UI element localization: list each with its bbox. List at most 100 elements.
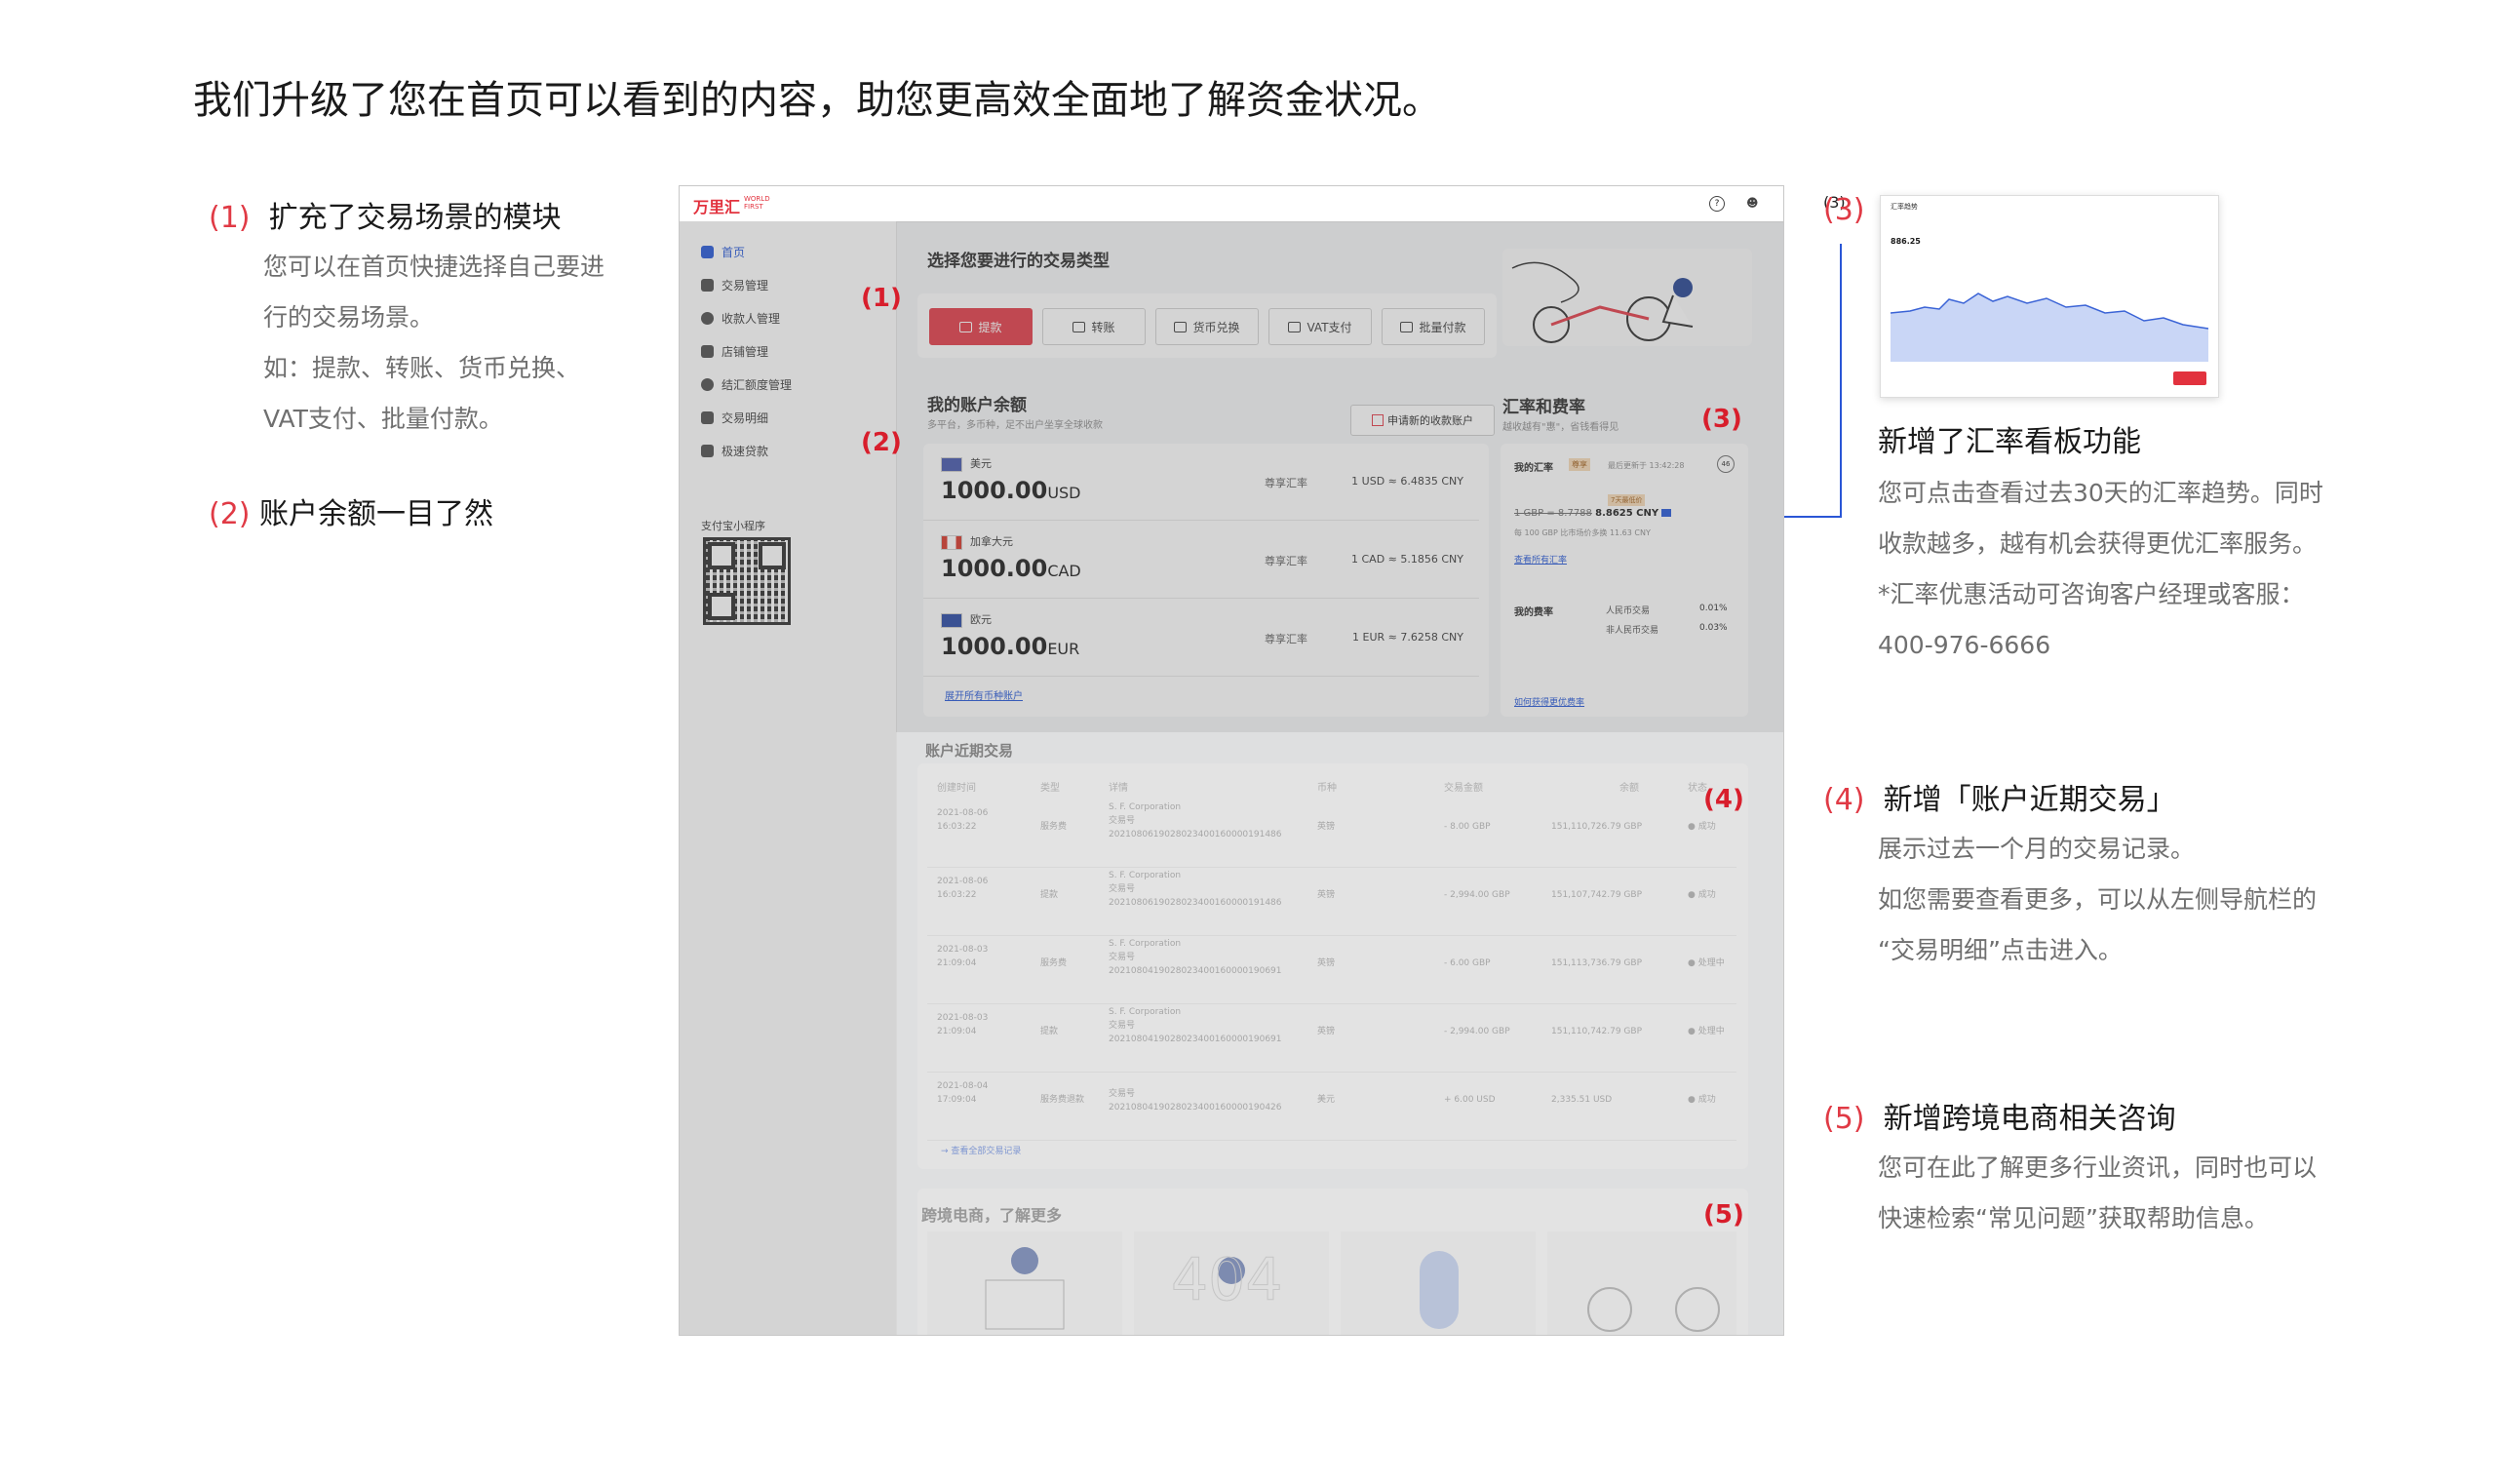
cell-amount: - 8.00 GBP [1444,822,1491,832]
balance-row-eur[interactable]: 欧元 1000.00EUR 尊享汇率 1 EUR ≈ 7.6258 CNY [923,600,1479,677]
logo[interactable]: 万里汇 [693,194,740,217]
logo-en: WORLD FIRST [744,195,770,211]
fx-popup-title: 汇率趋势 [1891,203,1918,211]
nav-label: 交易明细 [722,410,769,425]
cell-type: 提款 [1040,890,1059,900]
nav-label: 店铺管理 [722,344,769,359]
help-icon[interactable]: ? [1709,196,1725,212]
nav-details[interactable]: 交易明细 [701,405,768,430]
batch-pay-button[interactable]: 批量付款 [1382,308,1485,345]
table-row[interactable]: 2021-08-03 21:09:04 提款 S. F. Corporation 交易… [927,1003,1736,1073]
table-row[interactable]: 2021-08-06 16:03:22 提款 S. F. Corporation 交易… [927,867,1736,936]
transfer-button[interactable]: 转账 [1042,308,1146,345]
table-row[interactable]: 2021-08-03 21:09:04 服务费 S. F. Corporation 交… [927,935,1736,1004]
nav-label: 交易管理 [722,278,769,293]
fx-subtitle: 越收越有"惠"，省钱看得见 [1502,422,1619,433]
currency-code: CAD [1047,562,1081,580]
nav-label: 极速贷款 [722,444,769,458]
cell-status: ● 成功 [1688,822,1716,832]
cell-cur: 英镑 [1317,890,1336,900]
expand-accounts-link[interactable]: 展开所有币种账户 [945,687,1023,702]
note-line: 展示过去一个月的交易记录。 [1878,835,2196,863]
column-header: 详情 [1109,783,1128,794]
fee-value: 0.03% [1699,623,1728,633]
table-row[interactable]: 2021-08-06 16:03:22 服务费 S. F. Corporation 交… [927,799,1736,868]
fx-exchange-button[interactable]: 货币兑换 [1155,308,1259,345]
cell-party: S. F. Corporation [1109,1007,1182,1017]
balance-row-cad[interactable]: 加拿大元 1000.00CAD 尊享汇率 1 CAD ≈ 5.1856 CNY [923,522,1479,599]
user-icon[interactable]: ☻ [1746,196,1760,210]
cell-status: ● 处理中 [1688,958,1725,968]
cell-time: 2021-08-06 16:03:22 [937,808,989,832]
currency-code: USD [1047,484,1081,502]
cell-type: 服务费 [1040,822,1068,832]
my-fee-label: 我的费率 [1514,607,1553,618]
fee-label: 非人民币交易 [1606,626,1659,636]
cell-amount: - 2,994.00 GBP [1444,1027,1510,1036]
rate-value: 1 CAD ≈ 5.1856 CNY [1351,553,1463,566]
balance-amount: 1000.00USD [941,477,1081,504]
cyclist-illustration [1511,261,1694,343]
fx-popup-button[interactable] [2173,371,2206,385]
note-2: (2) 账户余额一目了然 [209,489,493,532]
svg-text:404: 404 [1171,1246,1283,1314]
marker-5: (5) [1703,1200,1744,1230]
cell-party: S. F. Corporation [1109,871,1182,880]
tx-type-title: 选择您要进行的交易类型 [927,252,1110,271]
marker-3: (3) [1701,405,1742,434]
cell-balance: 151,110,742.79 GBP [1551,1027,1643,1036]
currency-code: EUR [1047,640,1080,658]
balance-subtitle: 多平台，多币种，足不出户坐享全球收款 [927,420,1103,431]
fx-trend-chart [1891,293,2208,362]
nav-home[interactable]: 首页 [701,239,745,264]
currency-name: 美元 [970,457,992,470]
balance-title: 我的账户余额 [927,396,1027,415]
cell-party: S. F. Corporation [1109,802,1182,812]
old-rate: 1 GBP = 8.7788 [1514,508,1592,519]
apply-account-button[interactable]: 申请新的收款账户 [1350,405,1495,436]
exchange-icon [1174,321,1188,332]
saving-note: 每 100 GBP 比市场价多换 11.63 CNY [1514,528,1651,537]
news-illustrations: 404 [927,1231,1736,1335]
chart-icon[interactable] [1661,509,1672,517]
nav-payees[interactable]: 收款人管理 [701,305,780,331]
note-5: (5) 新增跨境电商相关咨询 您可在此了解更多行业资讯，同时也可以 快速检索“常… [1823,1094,2317,1244]
cell-detail: 交易号 2021080619028023400160000191486 [1109,816,1282,840]
qr-code [703,537,791,625]
cell-balance: 151,113,736.79 GBP [1551,958,1643,968]
vat-pay-button[interactable]: VAT支付 [1268,308,1372,345]
cell-time: 2021-08-04 17:09:04 [937,1081,989,1105]
marker-4: (4) [1703,785,1744,814]
cell-status: ● 处理中 [1688,1027,1725,1036]
cell-type: 提款 [1040,1027,1059,1036]
nav-loan[interactable]: 极速贷款 [701,438,768,463]
nav-stores[interactable]: 店铺管理 [701,338,768,364]
column-header: 交易金额 [1444,783,1483,794]
view-all-link[interactable]: → 查看全部交易记录 [941,1144,1021,1156]
note-title: 扩充了交易场景的模块 [268,201,562,235]
note-number: (4) [1823,783,1865,817]
details-icon [701,410,714,424]
better-fee-link[interactable]: 如何获得更优费率 [1514,695,1584,708]
nav-transactions[interactable]: 交易管理 [701,272,768,297]
button-label: 申请新的收款账户 [1387,414,1473,427]
news-title: 跨境电商，了解更多 [921,1206,1063,1225]
balance-row-usd[interactable]: 美元 1000.00USD 尊享汇率 1 USD ≈ 6.4835 CNY [923,444,1479,521]
all-rates-link[interactable]: 查看所有汇率 [1514,553,1567,566]
recent-title: 账户近期交易 [925,742,1014,760]
refresh-timer-icon[interactable]: 46 [1717,455,1735,473]
note-line: 您可点击查看过去30天的汇率趋势。同时 [1878,479,2323,507]
balance-amount: 1000.00EUR [941,633,1079,660]
amount-value: 1000.00 [941,555,1048,582]
column-header: 创建时间 [937,783,976,794]
qr-label: 支付宝小程序 [701,520,765,532]
cell-type: 服务费退款 [1040,1095,1085,1105]
fx-trend-popup: 汇率趋势 886.25 [1880,195,2219,398]
button-label: VAT支付 [1306,320,1352,334]
cell-detail: 交易号 2021080419028023400160000190691 [1109,953,1282,976]
note-line: 您可以在首页快捷选择自己要进 [263,253,605,281]
withdraw-button[interactable]: 提款 [929,308,1033,345]
table-row[interactable]: 2021-08-04 17:09:04 服务费退款 交易号 202108041902… [927,1072,1736,1141]
note-4: (4) 新增「账户近期交易」 展示过去一个月的交易记录。 如您需要查看更多，可以… [1823,775,2317,976]
nav-fx-quota[interactable]: 结汇额度管理 [701,371,792,397]
